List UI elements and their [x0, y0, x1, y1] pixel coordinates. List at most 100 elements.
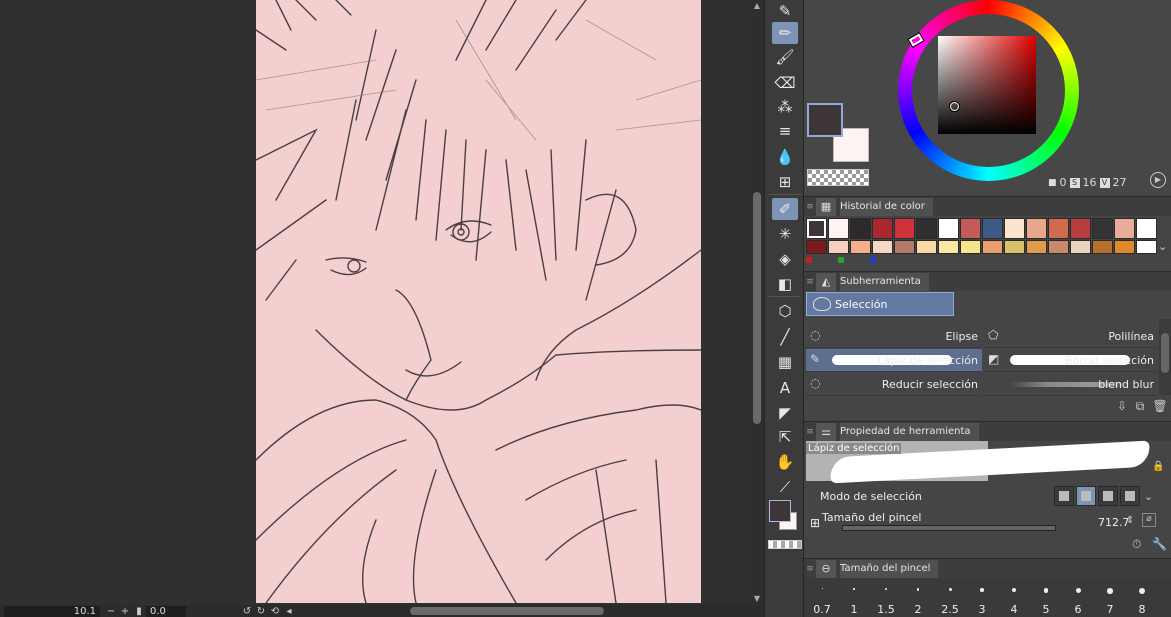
eraser-icon[interactable]: ⌫ [772, 72, 798, 94]
eyedropper-icon[interactable]: ⟋ [772, 476, 798, 498]
brush-size-preset[interactable]: 1 [838, 578, 870, 617]
grip-icon[interactable]: ≡ [804, 202, 816, 212]
history-swatch[interactable] [894, 240, 915, 254]
color-picker-cursor[interactable] [950, 102, 959, 111]
history-swatch[interactable] [938, 240, 959, 254]
scrollbar-thumb[interactable] [753, 192, 761, 424]
brush-size-preset[interactable]: 2 [902, 578, 934, 617]
history-swatch[interactable] [1070, 240, 1091, 254]
brush-size-preset[interactable]: 0.7 [806, 578, 838, 617]
line-icon[interactable]: ╱ [772, 326, 798, 348]
fill-icon[interactable]: ◈ [772, 248, 798, 270]
save-icon[interactable]: ■ [1048, 178, 1057, 188]
history-swatch[interactable] [872, 240, 893, 254]
spinner-icon[interactable]: ⇕ [1126, 515, 1134, 526]
text-icon[interactable]: A [772, 377, 798, 399]
mini-swatch[interactable] [838, 257, 844, 263]
tab-tool-property[interactable]: Propiedad de herramienta [840, 422, 979, 441]
brush-size-preset[interactable]: 4 [998, 578, 1030, 617]
grip-icon[interactable]: ≡ [804, 427, 816, 437]
tab-color-history[interactable]: Historial de color [840, 197, 933, 216]
auto-select-icon[interactable]: ✳ [772, 223, 798, 245]
history-swatch[interactable] [806, 218, 827, 239]
history-swatch[interactable] [982, 218, 1003, 239]
history-swatch[interactable] [1092, 218, 1113, 239]
subtool-icon[interactable]: ◭ [816, 272, 836, 291]
zoom-slider-icon[interactable]: ▮ [132, 606, 146, 617]
hue-marker[interactable] [908, 33, 924, 47]
grip-icon[interactable]: ≡ [804, 277, 816, 287]
history-swatch[interactable] [1026, 218, 1047, 239]
canvas-area[interactable] [0, 0, 750, 605]
history-swatch[interactable] [1004, 240, 1025, 254]
rotate-left-icon[interactable]: ↺ [240, 606, 254, 617]
frame-icon[interactable]: ▦ [772, 351, 798, 373]
play-icon[interactable]: ▶ [1150, 172, 1166, 188]
history-swatch[interactable] [916, 218, 937, 239]
wrench-icon[interactable]: 🔧 [1152, 537, 1167, 551]
subtool-item-shrink-selection[interactable]: ◌ Reducir selección [806, 373, 982, 396]
history-swatch[interactable] [960, 240, 981, 254]
mode-intersect-selection-button[interactable] [1120, 486, 1140, 506]
expand-icon[interactable]: ⊞ [810, 516, 820, 530]
mini-swatch[interactable] [806, 257, 812, 263]
palette-grid-icon[interactable]: ▦ [816, 197, 836, 216]
lock-icon[interactable]: 🔒 [1152, 461, 1164, 473]
blend-icon[interactable]: 💧 [772, 146, 798, 168]
pen-icon[interactable]: ✎ [772, 0, 798, 22]
mini-swatch[interactable] [870, 257, 876, 263]
history-swatch[interactable] [916, 240, 937, 254]
brush-size-slider[interactable] [842, 525, 1056, 531]
zoom-in-icon[interactable]: + [118, 606, 132, 617]
operation-icon[interactable]: ⇱ [772, 426, 798, 448]
reset-rotation-icon[interactable]: ⟲ [268, 606, 282, 617]
reset-icon[interactable]: ⏱ [1132, 537, 1141, 552]
subtool-item-ellipse[interactable]: ◌ Elipse [806, 325, 982, 348]
selection-pen-icon[interactable]: ✐ [772, 198, 798, 220]
canvas-paper[interactable] [256, 0, 701, 603]
history-swatch[interactable] [1026, 240, 1047, 254]
sliders-icon[interactable]: ⚌ [816, 422, 836, 441]
chevron-down-icon[interactable]: ⌄ [1144, 490, 1153, 503]
history-swatch[interactable] [1136, 218, 1157, 239]
ruler-icon[interactable]: ⊞ [772, 171, 798, 193]
brush-size-value[interactable]: 712.7 [1098, 516, 1130, 529]
mode-new-selection-button[interactable] [1054, 486, 1074, 506]
history-swatch[interactable] [850, 240, 871, 254]
chevron-down-icon[interactable]: ⌄ [1158, 240, 1167, 253]
lines-icon[interactable]: ≡ [772, 120, 798, 142]
balloon-icon[interactable]: ◤ [772, 402, 798, 424]
history-swatch[interactable] [938, 218, 959, 239]
duplicate-subtool-icon[interactable]: ⧉ [1132, 399, 1148, 415]
subtool-item-selection-pen[interactable]: ✎ Lápiz de selección [806, 349, 982, 372]
history-swatch[interactable] [1114, 240, 1135, 254]
history-swatch[interactable] [1070, 218, 1091, 239]
hand-icon[interactable]: ✋ [772, 451, 798, 473]
subtool-item-erase-selection[interactable]: ◩ Borrar selección [984, 349, 1158, 372]
zoom-out-icon[interactable]: − [104, 606, 118, 617]
brush-size-preset[interactable]: 1.5 [870, 578, 902, 617]
scroll-up-icon[interactable]: ▲ [750, 0, 764, 12]
history-swatch[interactable] [1048, 240, 1069, 254]
zoom-field[interactable]: 10.1 [4, 605, 100, 617]
history-swatch[interactable] [872, 218, 893, 239]
history-swatch[interactable] [982, 240, 1003, 254]
canvas-vertical-scrollbar[interactable]: ▲ ▼ [750, 0, 764, 605]
history-swatch[interactable] [828, 240, 849, 254]
subtool-item-blend-blur[interactable]: blend blur [984, 373, 1158, 396]
history-swatch[interactable] [828, 218, 849, 239]
subtool-scrollbar[interactable] [1159, 319, 1171, 395]
deco-icon[interactable]: ⁂ [772, 96, 798, 118]
delete-subtool-icon[interactable]: 🗑 [1152, 399, 1168, 415]
history-swatch[interactable] [1092, 240, 1113, 254]
tab-brush-size[interactable]: Tamaño del pincel [840, 559, 939, 578]
history-swatch[interactable] [1114, 218, 1135, 239]
toolbar-main-color[interactable] [769, 500, 791, 522]
history-swatch[interactable] [960, 218, 981, 239]
hue-wheel[interactable] [898, 0, 1079, 181]
history-swatch[interactable] [1048, 218, 1069, 239]
scrollbar-thumb[interactable] [1161, 333, 1169, 373]
pressure-icon[interactable]: ⌀ [1142, 513, 1156, 527]
mode-subtract-selection-button[interactable] [1098, 486, 1118, 506]
history-swatch[interactable] [1136, 240, 1157, 254]
